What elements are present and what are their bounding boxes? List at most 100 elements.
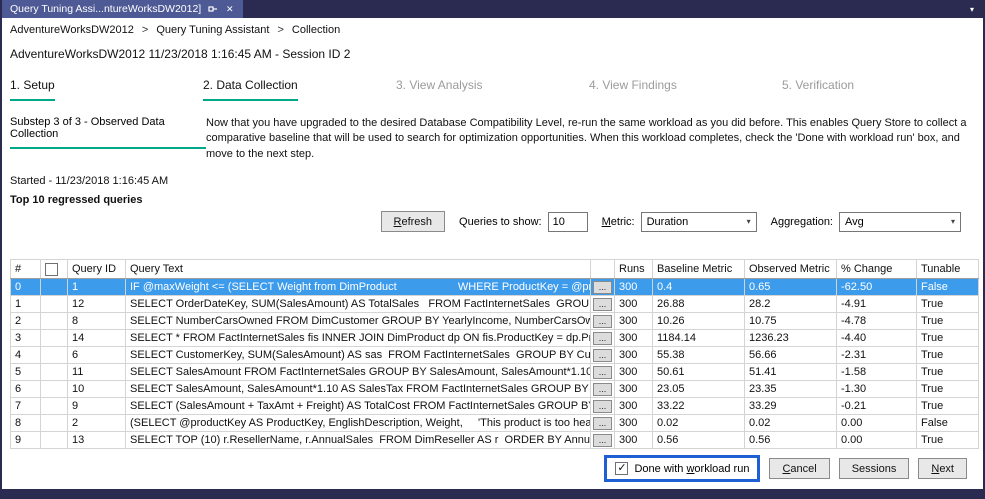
col-header-query-text[interactable]: Query Text — [126, 260, 591, 279]
query-text-expand-button[interactable]: ... — [593, 366, 612, 379]
row-index-cell: 2 — [11, 313, 41, 330]
checkbox-checked-icon[interactable]: ✓ — [615, 462, 628, 475]
row-observed-cell: 1236.23 — [745, 330, 837, 347]
row-observed-cell: 0.65 — [745, 279, 837, 296]
aggregation-dropdown[interactable]: Avg▾ — [839, 212, 961, 232]
substep-label: Substep 3 of 3 - Observed Data Collectio… — [10, 116, 206, 149]
row-select-cell[interactable] — [41, 381, 68, 398]
next-button[interactable]: Next — [918, 458, 967, 479]
row-ellipsis-cell: ... — [591, 432, 615, 449]
query-text-expand-button[interactable]: ... — [593, 434, 612, 447]
refresh-button[interactable]: Refresh — [381, 211, 446, 232]
row-observed-cell: 10.75 — [745, 313, 837, 330]
row-index-cell: 3 — [11, 330, 41, 347]
row-query-text-cell: (SELECT @productKey AS ProductKey, Engli… — [126, 415, 591, 432]
row-select-cell[interactable] — [41, 313, 68, 330]
query-text-expand-button[interactable]: ... — [593, 383, 612, 396]
row-runs-cell: 300 — [615, 364, 653, 381]
row-runs-cell: 300 — [615, 330, 653, 347]
cancel-button[interactable]: Cancel — [769, 458, 829, 479]
query-text-expand-button[interactable]: ... — [593, 281, 612, 294]
row-tunable-cell: True — [917, 381, 979, 398]
row-baseline-cell: 26.88 — [653, 296, 745, 313]
row-ellipsis-cell: ... — [591, 415, 615, 432]
table-row[interactable]: 3 14 SELECT * FROM FactInternetSales fis… — [11, 330, 979, 347]
row-baseline-cell: 23.05 — [653, 381, 745, 398]
row-query-id-cell: 14 — [68, 330, 126, 347]
table-row[interactable]: 2 8 SELECT NumberCarsOwned FROM DimCusto… — [11, 313, 979, 330]
close-icon[interactable]: ✕ — [224, 4, 235, 15]
row-query-text-cell: SELECT OrderDateKey, SUM(SalesAmount) AS… — [126, 296, 591, 313]
tab-query-tuning-assistant[interactable]: Query Tuning Assi...ntureWorksDW2012] ✕ — [2, 0, 243, 18]
row-ellipsis-cell: ... — [591, 347, 615, 364]
row-observed-cell: 33.29 — [745, 398, 837, 415]
query-text-expand-button[interactable]: ... — [593, 417, 612, 430]
table-row[interactable]: 4 6 SELECT CustomerKey, SUM(SalesAmount)… — [11, 347, 979, 364]
step-verification: 5. Verification — [782, 78, 975, 101]
row-pct-change-cell: -62.50 — [837, 279, 917, 296]
col-header-index[interactable]: # — [11, 260, 41, 279]
row-query-text-cell: SELECT SalesAmount FROM FactInternetSale… — [126, 364, 591, 381]
row-ellipsis-cell: ... — [591, 330, 615, 347]
row-select-cell[interactable] — [41, 398, 68, 415]
step-setup: 1. Setup — [10, 78, 203, 101]
row-select-cell[interactable] — [41, 330, 68, 347]
row-select-cell[interactable] — [41, 347, 68, 364]
queries-to-show-label: Queries to show: — [459, 216, 542, 228]
table-row[interactable]: 7 9 SELECT (SalesAmount + TaxAmt + Freig… — [11, 398, 979, 415]
breadcrumb: AdventureWorksDW2012 > Query Tuning Assi… — [10, 24, 983, 36]
row-select-cell[interactable] — [41, 432, 68, 449]
row-select-cell[interactable] — [41, 279, 68, 296]
col-header-tunable[interactable]: Tunable — [917, 260, 979, 279]
row-runs-cell: 300 — [615, 347, 653, 364]
col-header-runs[interactable]: Runs — [615, 260, 653, 279]
query-text-expand-button[interactable]: ... — [593, 332, 612, 345]
query-table-body: 0 1 IF @maxWeight <= (SELECT Weight from… — [11, 279, 979, 449]
row-baseline-cell: 10.26 — [653, 313, 745, 330]
row-select-cell[interactable] — [41, 415, 68, 432]
row-runs-cell: 300 — [615, 432, 653, 449]
row-select-cell[interactable] — [41, 296, 68, 313]
sessions-button[interactable]: Sessions — [839, 458, 910, 479]
query-text-expand-button[interactable]: ... — [593, 400, 612, 413]
col-header-observed-metric[interactable]: Observed Metric — [745, 260, 837, 279]
row-query-id-cell: 1 — [68, 279, 126, 296]
breadcrumb-item-database[interactable]: AdventureWorksDW2012 — [10, 24, 134, 36]
table-row[interactable]: 6 10 SELECT SalesAmount, SalesAmount*1.1… — [11, 381, 979, 398]
row-tunable-cell: True — [917, 432, 979, 449]
select-all-checkbox[interactable] — [45, 263, 58, 276]
row-tunable-cell: False — [917, 279, 979, 296]
table-row[interactable]: 0 1 IF @maxWeight <= (SELECT Weight from… — [11, 279, 979, 296]
done-with-workload-checkbox[interactable]: ✓ Done with workload run — [604, 455, 760, 482]
row-baseline-cell: 0.56 — [653, 432, 745, 449]
breadcrumb-item-qta[interactable]: Query Tuning Assistant — [156, 24, 269, 36]
row-runs-cell: 300 — [615, 398, 653, 415]
col-header-select[interactable] — [41, 260, 68, 279]
row-runs-cell: 300 — [615, 296, 653, 313]
table-row[interactable]: 1 12 SELECT OrderDateKey, SUM(SalesAmoun… — [11, 296, 979, 313]
table-row[interactable]: 5 11 SELECT SalesAmount FROM FactInterne… — [11, 364, 979, 381]
done-with-workload-label: Done with workload run — [634, 463, 749, 475]
breadcrumb-item-collection[interactable]: Collection — [292, 24, 340, 36]
table-row[interactable]: 8 2 (SELECT @productKey AS ProductKey, E… — [11, 415, 979, 432]
step-view-analysis: 3. View Analysis — [396, 78, 589, 101]
queries-to-show-input[interactable] — [548, 212, 588, 232]
row-query-text-cell: IF @maxWeight <= (SELECT Weight from Dim… — [126, 279, 591, 296]
tab-list-dropdown-icon[interactable]: ▾ — [961, 0, 983, 18]
row-index-cell: 6 — [11, 381, 41, 398]
row-query-id-cell: 2 — [68, 415, 126, 432]
row-query-id-cell: 12 — [68, 296, 126, 313]
metric-dropdown[interactable]: Duration▾ — [641, 212, 757, 232]
col-header-pct-change[interactable]: % Change — [837, 260, 917, 279]
row-select-cell[interactable] — [41, 364, 68, 381]
row-runs-cell: 300 — [615, 279, 653, 296]
query-text-expand-button[interactable]: ... — [593, 298, 612, 311]
query-text-expand-button[interactable]: ... — [593, 349, 612, 362]
query-text-expand-button[interactable]: ... — [593, 315, 612, 328]
pin-icon[interactable] — [207, 4, 218, 15]
table-row[interactable]: 9 13 SELECT TOP (10) r.ResellerName, r.A… — [11, 432, 979, 449]
col-header-query-id[interactable]: Query ID — [68, 260, 126, 279]
col-header-baseline-metric[interactable]: Baseline Metric — [653, 260, 745, 279]
row-observed-cell: 51.41 — [745, 364, 837, 381]
row-query-text-cell: SELECT TOP (10) r.ResellerName, r.Annual… — [126, 432, 591, 449]
